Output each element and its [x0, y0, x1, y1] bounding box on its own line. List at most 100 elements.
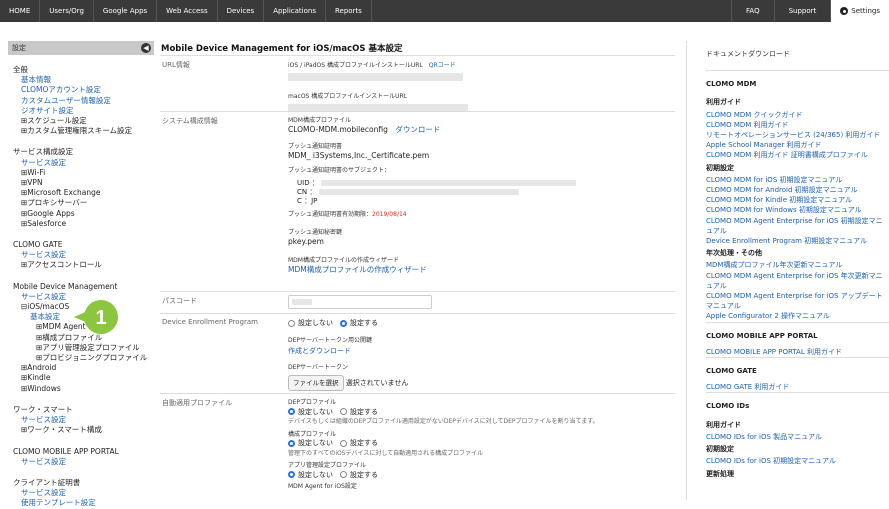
settings-label: Settings [851, 7, 880, 15]
sidebar-item[interactable]: ⊞プロキシサーバー [13, 198, 154, 208]
app-profile-off-label: 設定しない [298, 470, 333, 479]
sidebar-group: CLOMO GATE [13, 240, 63, 250]
sidebar-item[interactable]: ⊞アクセスコントロール [13, 260, 154, 270]
dep-profile-off-label: 設定しない [298, 407, 333, 416]
step-number: 1 [95, 307, 106, 329]
doc-link[interactable]: CLOMO MDM for Windows 初期設定マニュアル [706, 205, 889, 215]
dep-profile-on-radio[interactable] [340, 408, 347, 415]
doc-link[interactable]: CLOMO IDs for iOS 製品マニュアル [706, 432, 889, 442]
doc-link[interactable]: CLOMO MDM 利用ガイド 証明書構成プロファイル [706, 150, 889, 160]
nav-tab-6[interactable]: Reports [326, 0, 372, 22]
wizard-link[interactable]: MDM構成プロファイルの作成ウィザード [288, 265, 427, 274]
auto-profile-row: 自動適用プロファイル DEPプロファイル 設定しない 設定する デバイスもしくは… [160, 393, 675, 503]
mac-url-label: macOS 構成プロファイルインストールURL [288, 93, 408, 100]
sidebar-item[interactable]: ⊞プロビジョニングプロファイル [13, 353, 154, 363]
collapse-icon[interactable]: ◀ [141, 43, 151, 53]
dep-token-label: DEPサーバートークン [288, 364, 348, 371]
doc-link[interactable]: CLOMO MOBILE APP PORTAL 利用ガイド [706, 347, 889, 357]
doc-link[interactable]: CLOMO GATE 利用ガイド [706, 382, 889, 392]
push-subject-label: プッシュ通知証明書のサブジェクト： [288, 167, 391, 174]
ios-url-value[interactable] [288, 73, 463, 81]
cn-label: CN ： [297, 188, 317, 196]
app-profile-off-radio[interactable] [288, 471, 295, 478]
mdm-profile-file: CLOMO-MDM.mobileconfig [288, 125, 388, 134]
doc-link[interactable]: CLOMO MDM Agent Enterprise for iOS 年次更新マ… [706, 271, 889, 291]
doc-link[interactable]: CLOMO MDM Agent Enterprise for iOS 初期設定マ… [706, 216, 889, 236]
download-link[interactable]: ダウンロード [395, 125, 440, 134]
doc-link[interactable]: CLOMO MDM for Android 初期設定マニュアル [706, 185, 889, 195]
sidebar-item[interactable]: サービス設定 [13, 457, 154, 467]
sidebar-item[interactable]: サービス設定 [13, 250, 154, 260]
sidebar-item[interactable]: ⊞スケジュール設定 [13, 116, 154, 126]
qr-code-link[interactable]: QRコード [429, 62, 456, 69]
nav-tab-3[interactable]: Web Access [157, 0, 218, 22]
dep-on-label: 設定する [350, 319, 378, 327]
dep-on-radio[interactable] [340, 319, 347, 327]
sidebar-item[interactable]: ⊞Windows [13, 384, 154, 394]
settings-tab[interactable]: Settings [830, 0, 889, 22]
sidebar-item[interactable]: サービス設定 [13, 488, 154, 498]
nav-tab-4[interactable]: Devices [218, 0, 265, 22]
sidebar-item[interactable]: ⊞Kindle [13, 373, 154, 383]
expiry-label: プッシュ通知証明書有効期限： [288, 211, 373, 218]
app-profile-on-radio[interactable] [340, 471, 347, 478]
sidebar-item[interactable]: ⊞VPN [13, 178, 154, 188]
sidebar-item[interactable]: カスタムユーザー情報設定 [13, 96, 154, 106]
passcode-row: パスコード [160, 291, 675, 313]
config-profile-on-radio[interactable] [340, 439, 347, 447]
doc-link[interactable]: CLOMO MDM for Kindle 初期設定マニュアル [706, 195, 889, 205]
nav-tab-5[interactable]: Applications [264, 0, 326, 22]
doc-section: 利用ガイド [706, 98, 741, 107]
file-select-button[interactable]: ファイルを選択 [288, 375, 344, 391]
dep-profile-off-radio[interactable] [288, 408, 295, 415]
sidebar-item[interactable]: ⊞ワーク・スマート構成 [13, 425, 154, 435]
sidebar-item[interactable]: ⊞Salesforce [13, 219, 154, 229]
nav-tab-1[interactable]: Users/Org [40, 0, 94, 22]
c-value: C ：JP [297, 197, 318, 205]
doc-link[interactable]: MDM構成プロファイル年次更新マニュアル [706, 260, 889, 270]
doc-link[interactable]: CLOMO MDM Agent Enterprise for iOS アップデー… [706, 291, 889, 311]
doc-link[interactable]: CLOMO MDM 利用ガイド [706, 120, 889, 130]
sidebar-item[interactable]: ⊞Google Apps [13, 209, 154, 219]
doc-link[interactable]: Apple School Manager 利用ガイド [706, 140, 889, 150]
ios-url-label: iOS / iPadOS 構成プロファイルインストールURL [288, 62, 423, 69]
passcode-input[interactable] [288, 295, 432, 309]
agent-profile-label: MDM Agent for iOS設定 [288, 483, 357, 490]
push-cert-file: MDM_ i3Systems,Inc._Certificate.pem [288, 151, 430, 160]
doc-section: 利用ガイド [706, 420, 741, 429]
system-info-row: システム構成情報 MDM構成プロファイル CLOMO-MDM.mobilecon… [160, 111, 675, 291]
document-download-title: ドキュメントダウンロード [706, 50, 790, 58]
config-profile-off-radio[interactable] [288, 439, 295, 447]
dep-off-radio[interactable] [288, 319, 295, 327]
doc-link[interactable]: Device Enrollment Program 初期設定マニュアル [706, 236, 889, 246]
sidebar-group: CLOMO MOBILE APP PORTAL [13, 446, 119, 456]
sidebar-item[interactable]: ジオサイト設定 [13, 106, 154, 116]
url-info-row: URL情報 iOS / iPadOS 構成プロファイルインストールURL QRコ… [160, 55, 675, 112]
faq-link[interactable]: FAQ [731, 0, 774, 22]
dep-off-label: 設定しない [298, 319, 333, 327]
sidebar-item[interactable]: CLOMOアカウント設定 [13, 85, 154, 95]
wizard-label: MDM構成プロファイルの作成ウィザード [288, 257, 399, 264]
sidebar-item[interactable]: 基本情報 [13, 75, 154, 85]
doc-section: 年次処理・その他 [706, 249, 762, 258]
sidebar-item[interactable]: サービス設定 [13, 415, 154, 425]
sidebar-item[interactable]: ⊞Microsoft Exchange [13, 188, 154, 198]
doc-link[interactable]: CLOMO IDs for iOS 初期設定マニュアル [706, 456, 889, 466]
sidebar-item[interactable]: サービス設定 [13, 158, 154, 168]
sidebar-item[interactable]: ⊞アプリ管理設定プロファイル [13, 343, 154, 353]
sidebar-item[interactable]: ⊞Android [13, 363, 154, 373]
document-download-panel: ドキュメントダウンロード CLOMO MDM 利用ガイド CLOMO MDM クイッ… [686, 41, 889, 500]
sidebar-item[interactable]: ⊞カスタム管理権限スキーム設定 [13, 126, 154, 136]
doc-link[interactable]: リモートオペレーションサービス (24/365) 利用ガイド [706, 130, 889, 140]
doc-link[interactable]: CLOMO MDM クイックガイド [706, 110, 889, 120]
support-link[interactable]: Support [773, 0, 831, 22]
doc-category: CLOMO IDs [706, 392, 889, 417]
doc-link[interactable]: Apple Configurator 2 操作マニュアル [706, 311, 889, 321]
nav-tab-0[interactable]: HOME [0, 0, 41, 22]
doc-link[interactable]: CLOMO MDM for iOS 初期設定マニュアル [706, 175, 889, 185]
dep-profile-desc: デバイスもしくは組織のDEPプロファイル適用設定がないDEPデバイスに対してDE… [288, 418, 599, 425]
sidebar-item[interactable]: ⊞Wi-Fi [13, 168, 154, 178]
nav-tab-2[interactable]: Google Apps [94, 0, 158, 22]
doc-category: CLOMO MDM [706, 70, 889, 95]
dep-key-link[interactable]: 作成とダウンロード [288, 347, 351, 355]
